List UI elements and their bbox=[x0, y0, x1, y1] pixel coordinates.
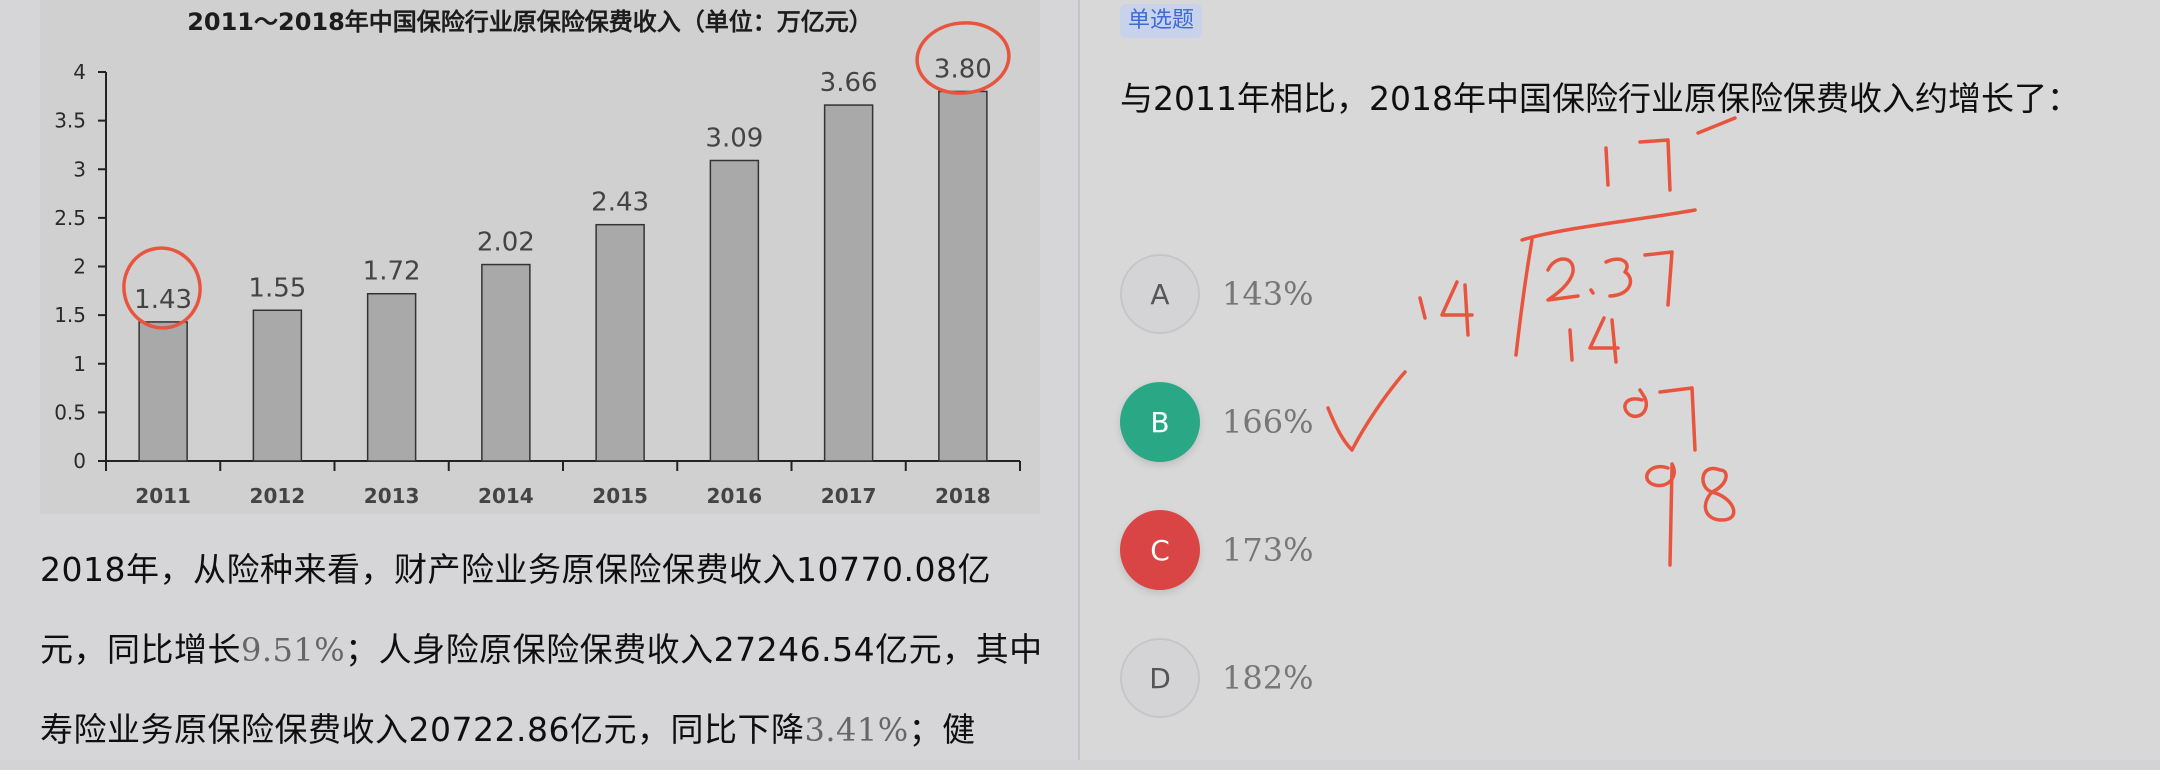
x-tick-label-2012: 2012 bbox=[250, 484, 306, 508]
option-c-circle[interactable]: C bbox=[1120, 510, 1200, 590]
bar-chart: 2011～2018年中国保险行业原保险保费收入（单位：万亿元） 0 0.5 1 1.5… bbox=[40, 0, 1040, 514]
passage-percent: 9.51% bbox=[241, 631, 346, 669]
data-label-2014: 2.02 bbox=[477, 228, 535, 258]
x-tick-label-2017: 2017 bbox=[821, 484, 877, 508]
chart-canvas: 2011～2018年中国保险行业原保险保费收入（单位：万亿元） 0 0.5 1 1.5… bbox=[54, 8, 1021, 508]
data-label-2011: 1.43 bbox=[134, 285, 192, 315]
passage-percent: 3.41% bbox=[804, 711, 909, 749]
x-tick-label-2011: 2011 bbox=[135, 484, 191, 508]
bar-2018 bbox=[938, 90, 988, 462]
bar-2017 bbox=[823, 104, 874, 462]
option-a[interactable]: A 143% bbox=[1120, 254, 1440, 334]
option-c[interactable]: C 173% bbox=[1120, 510, 1440, 590]
y-tick-label: 3 bbox=[73, 157, 86, 181]
data-label-2016: 3.09 bbox=[705, 123, 763, 153]
question-stem: 与2011年相比，2018年中国保险行业原保险保费收入约增长了： bbox=[1120, 79, 2080, 118]
chart-title: 2011～2018年中国保险行业原保险保费收入（单位：万亿元） bbox=[187, 8, 873, 36]
x-tick-label-2014: 2014 bbox=[478, 484, 534, 508]
option-b[interactable]: B 166% bbox=[1120, 382, 1440, 462]
data-label-2015: 2.43 bbox=[591, 188, 649, 218]
y-tick-label: 0 bbox=[73, 449, 86, 473]
y-tick-label: 3.5 bbox=[54, 109, 86, 133]
bar-2013 bbox=[366, 292, 417, 462]
y-tick-label: 0.5 bbox=[54, 400, 86, 424]
x-tick-label-2016: 2016 bbox=[707, 484, 763, 508]
option-b-circle[interactable]: B bbox=[1120, 382, 1200, 462]
question-type-badge: 单选题 bbox=[1120, 4, 1203, 38]
bar-2015 bbox=[595, 223, 645, 462]
x-tick-label-2018: 2018 bbox=[935, 484, 991, 508]
data-label-2012: 1.55 bbox=[248, 273, 306, 303]
y-tick-label: 2.5 bbox=[54, 206, 86, 230]
data-label-2017: 3.66 bbox=[820, 68, 878, 98]
bar-2011 bbox=[138, 321, 188, 462]
option-a-text[interactable]: 143% bbox=[1222, 254, 1313, 334]
option-d-circle[interactable]: D bbox=[1120, 638, 1200, 718]
y-tick-label: 1.5 bbox=[54, 303, 86, 327]
y-tick-label: 4 bbox=[73, 60, 86, 84]
option-b-text[interactable]: 166% bbox=[1222, 382, 1313, 462]
data-label-2013: 1.72 bbox=[363, 257, 421, 287]
option-d-text[interactable]: 182% bbox=[1222, 638, 1313, 718]
passage-segment: ；健 bbox=[908, 710, 976, 749]
option-c-text[interactable]: 173% bbox=[1222, 510, 1313, 590]
x-tick-label-2015: 2015 bbox=[592, 484, 648, 508]
y-tick-label: 2 bbox=[73, 255, 86, 279]
bar-2014 bbox=[481, 263, 531, 462]
passage-text: 2018年，从险种来看，财产险业务原保险保费收入10770.08亿元，同比增长9… bbox=[40, 530, 1050, 770]
option-a-circle[interactable]: A bbox=[1120, 254, 1200, 334]
y-tick-label: 1 bbox=[73, 352, 86, 376]
bar-2016 bbox=[709, 159, 760, 462]
data-label-2018: 3.80 bbox=[934, 54, 992, 84]
x-tick-label-2013: 2013 bbox=[364, 484, 420, 508]
option-d[interactable]: D 182% bbox=[1120, 638, 1440, 718]
bar-2012 bbox=[252, 309, 303, 462]
